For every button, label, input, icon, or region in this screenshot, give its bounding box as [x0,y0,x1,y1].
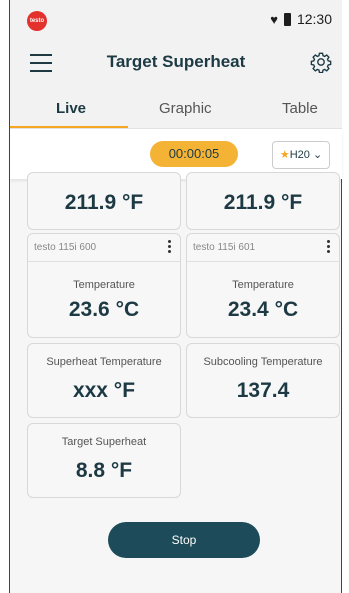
card-value: 23.6 °C [68,298,140,321]
card-label: Target Superheat [61,436,147,448]
gear-icon[interactable] [310,51,332,73]
refrigerant-dropdown[interactable]: ★H20 ⌄ [272,141,330,169]
status-icons: ♥ 12:30 [270,11,332,27]
card-value: 211.9 °F [223,191,303,214]
active-tab-indicator [10,126,128,128]
timer-badge: 00:00:05 [150,141,238,167]
status-time: 12:30 [296,11,332,27]
right-frame [341,0,349,593]
card-top-right: 211.9 °F [186,172,340,230]
card-value: 8.8 °F [75,459,133,482]
status-bar: testo ♥ 12:30 [10,0,342,40]
tab-table[interactable]: Table [282,100,318,117]
tab-live[interactable]: Live [56,100,86,117]
card-value: 137.4 [236,379,290,402]
stop-button[interactable]: Stop [108,522,260,558]
card-label: Temperature [232,279,294,291]
probe-id: testo 115i 600 [34,242,97,253]
refrigerant-label: H20 [289,149,310,161]
tab-graphic[interactable]: Graphic [159,100,212,117]
star-icon: ★ [279,149,290,161]
divider [187,261,339,262]
probe-id: testo 115i 601 [193,242,256,253]
tab-bar: Live Graphic Table [10,90,342,129]
testo-logo: testo [27,11,47,31]
probe-card-600: testo 115i 600 Temperature 23.6 °C [27,233,181,338]
card-value: 23.4 °C [227,298,299,321]
card-label: Subcooling Temperature [203,356,323,368]
battery-icon [283,12,291,26]
more-menu-icon[interactable] [164,240,174,254]
target-superheat-card: Target Superheat 8.8 °F [27,423,181,498]
card-value: 211.9 °F [64,191,144,214]
probe-card-601: testo 115i 601 Temperature 23.4 °C [186,233,340,338]
superheat-card: Superheat Temperature xxx °F [27,343,181,418]
card-top-left: 211.9 °F [27,172,181,230]
subcooling-card: Subcooling Temperature 137.4 [186,343,340,418]
page-title: Target Superheat [106,52,246,71]
heart-icon: ♥ [270,11,278,27]
divider [28,261,180,262]
card-label: Superheat Temperature [46,356,162,368]
left-frame [0,0,10,593]
card-label: Temperature [73,279,135,291]
more-menu-icon[interactable] [323,240,333,254]
card-value: xxx °F [72,379,136,402]
chevron-down-icon: ⌄ [312,149,323,161]
app-bar: Target Superheat [10,40,342,90]
